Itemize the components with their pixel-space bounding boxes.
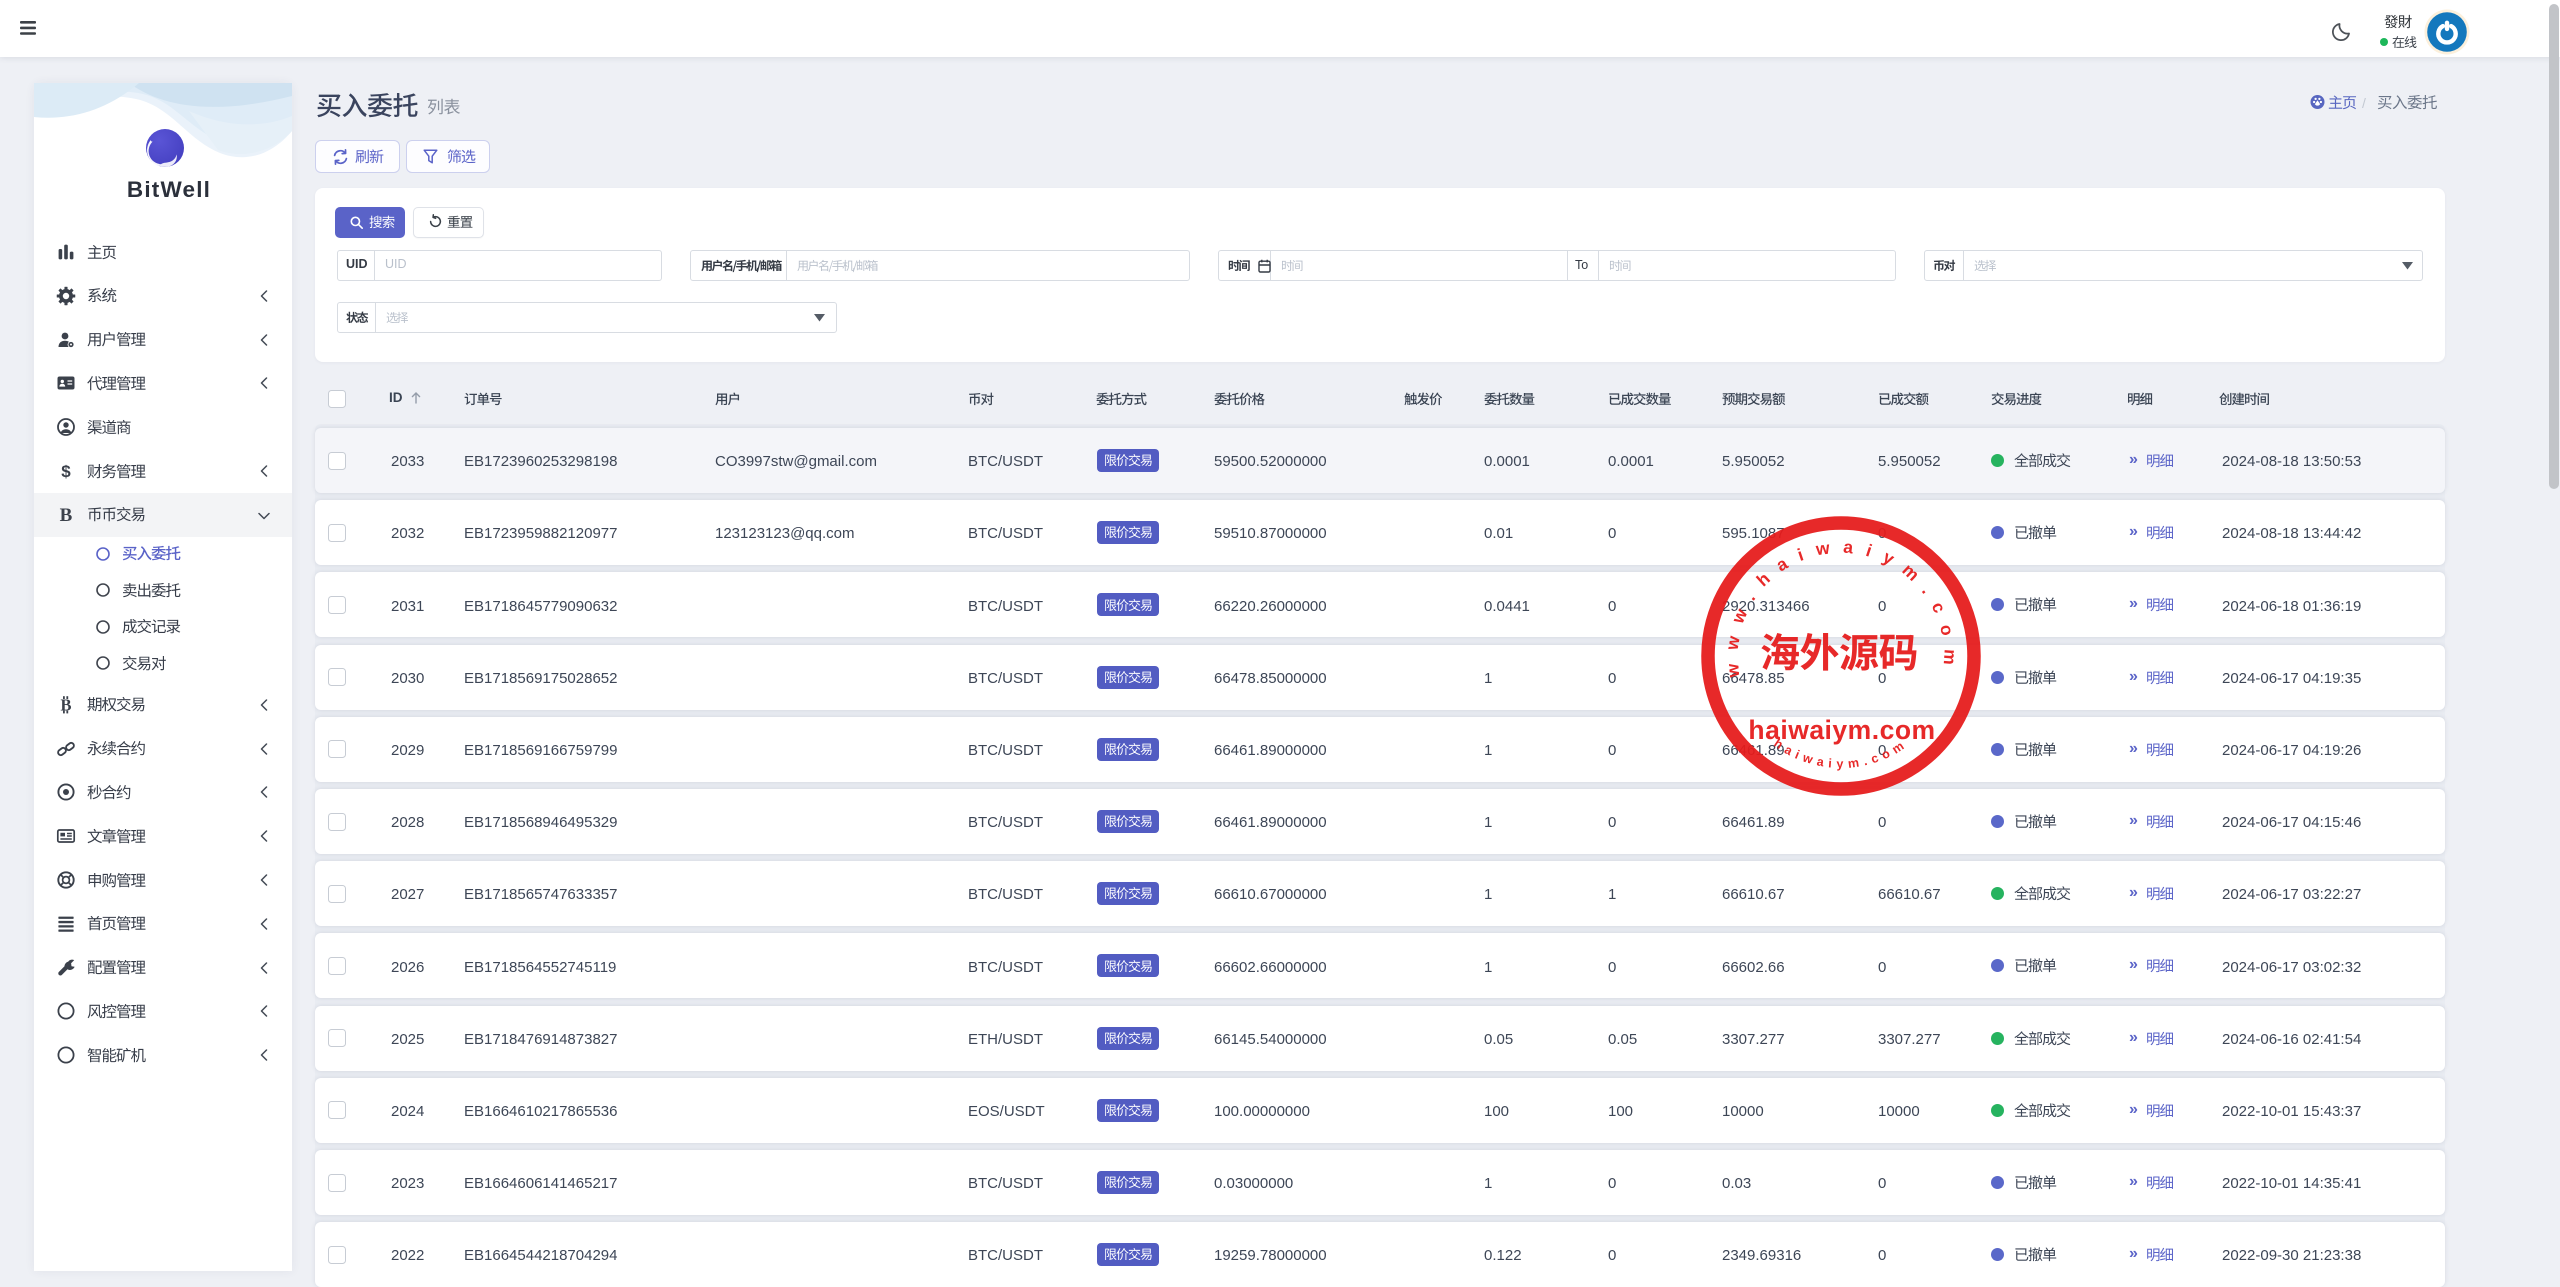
svg-text:B: B <box>60 695 71 714</box>
svg-text:$: $ <box>61 462 71 481</box>
svg-text:B: B <box>60 505 73 525</box>
svg-text:haiwaiym.com: haiwaiym.com <box>1748 715 1935 745</box>
